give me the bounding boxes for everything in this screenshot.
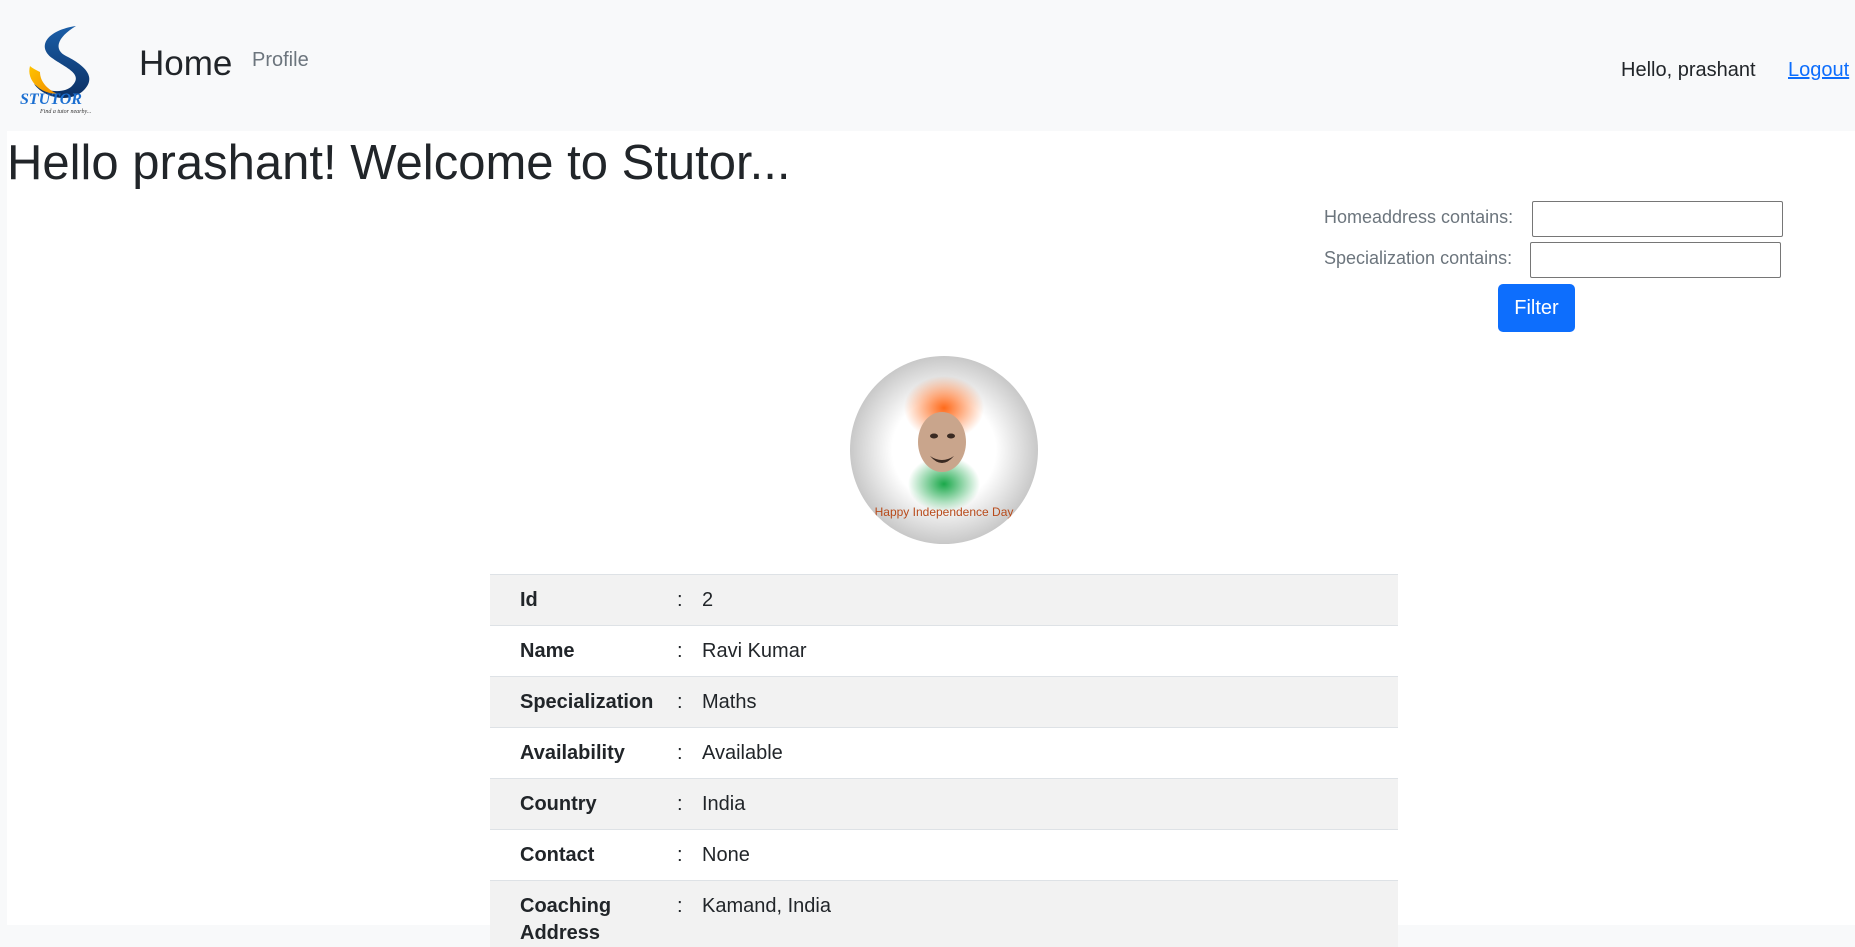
tutor-avatar: Happy Independence Day [850,356,1038,544]
row-separator: : [677,677,702,728]
homeaddress-filter-input[interactable] [1532,201,1783,237]
row-value: Maths [702,677,1398,728]
row-separator: : [677,830,702,881]
specialization-filter-label: Specialization contains: [1324,248,1512,269]
svg-text:STUTOR: STUTOR [20,91,82,108]
row-separator: : [677,728,702,779]
row-label: Name [490,626,677,677]
row-separator: : [677,575,702,626]
row-value: Available [702,728,1398,779]
homeaddress-filter-label: Homeaddress contains: [1324,207,1513,228]
row-label: Coaching Address [490,881,677,947]
table-row: Name : Ravi Kumar [490,626,1398,677]
row-separator: : [677,779,702,830]
row-value: Kamand, India [702,881,1398,947]
table-row: Availability : Available [490,728,1398,779]
table-row: Contact : None [490,830,1398,881]
nav-home-link[interactable]: Home [139,44,232,84]
row-label: Id [490,575,677,626]
table-row: Coaching Address : Kamand, India [490,881,1398,947]
svg-text:Find a tutor nearby...: Find a tutor nearby... [39,109,91,115]
welcome-heading: Hello prashant! Welcome to Stutor... [7,135,790,191]
row-label: Contact [490,830,677,881]
user-greeting: Hello, prashant [1621,59,1756,82]
row-separator: : [677,881,702,947]
row-value: Ravi Kumar [702,626,1398,677]
row-value: 2 [702,575,1398,626]
table-row: Specialization : Maths [490,677,1398,728]
logout-link[interactable]: Logout [1788,59,1849,82]
filter-button[interactable]: Filter [1498,284,1575,332]
svg-text:Happy Independence Day: Happy Independence Day [875,505,1014,519]
table-row: Id : 2 [490,575,1398,626]
row-label: Availability [490,728,677,779]
row-label: Country [490,779,677,830]
nav-profile-link[interactable]: Profile [252,49,309,72]
stutor-logo[interactable]: STUTOR Find a tutor nearby... [18,24,114,116]
specialization-filter-input[interactable] [1530,242,1781,278]
tutor-details-table: Id : 2 Name : Ravi Kumar Specialization … [490,574,1398,947]
navbar: STUTOR Find a tutor nearby... Home Profi… [0,0,1855,130]
row-value: None [702,830,1398,881]
table-row: Country : India [490,779,1398,830]
main-content: Hello prashant! Welcome to Stutor... Hom… [7,131,1855,925]
row-label: Specialization [490,677,677,728]
row-separator: : [677,626,702,677]
row-value: India [702,779,1398,830]
